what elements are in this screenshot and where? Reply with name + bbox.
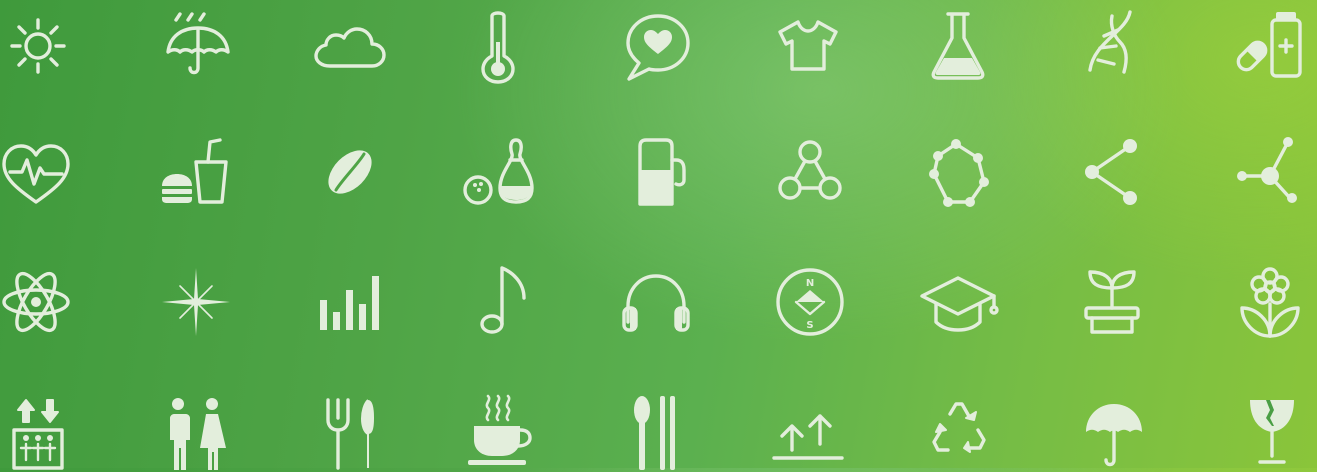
cloud-icon bbox=[310, 6, 390, 86]
bar-chart-icon bbox=[310, 262, 390, 342]
spoon-chopsticks-icon bbox=[614, 392, 694, 472]
this-way-up-icon bbox=[768, 392, 848, 472]
coffee-bean-icon bbox=[310, 132, 390, 212]
sun-icon bbox=[0, 6, 78, 86]
compass-south-label: S bbox=[806, 320, 813, 331]
umbrella-rain-icon bbox=[158, 6, 238, 86]
fragile-glass-icon bbox=[1232, 392, 1312, 472]
dna-icon bbox=[1070, 6, 1150, 86]
t-shirt-icon bbox=[768, 6, 848, 86]
heart-rate-icon bbox=[0, 132, 76, 212]
umbrella-icon bbox=[1074, 392, 1154, 472]
thermometer-icon bbox=[458, 6, 538, 86]
music-note-icon bbox=[460, 262, 540, 342]
elevator-icon bbox=[0, 392, 78, 472]
hot-cup-icon bbox=[458, 392, 538, 472]
network-node-icon bbox=[1230, 132, 1310, 212]
molecule-icon bbox=[770, 132, 850, 212]
plant-pot-icon bbox=[1072, 262, 1152, 342]
icon-grid: N S bbox=[0, 0, 1317, 470]
flower-icon bbox=[1230, 262, 1310, 342]
compass-north-label: N bbox=[806, 278, 814, 289]
sparkle-icon bbox=[156, 262, 236, 342]
atom-icon bbox=[0, 262, 76, 342]
restroom-icon bbox=[156, 392, 236, 472]
fork-knife-icon bbox=[312, 392, 392, 472]
graduation-cap-icon bbox=[918, 262, 999, 342]
recycle-icon bbox=[918, 392, 998, 472]
lab-flask-icon bbox=[918, 6, 998, 86]
share-icon bbox=[1072, 132, 1152, 212]
fast-food-icon bbox=[156, 132, 236, 212]
compass-icon: N S bbox=[770, 262, 850, 342]
pill-bottle-icon bbox=[1230, 6, 1310, 86]
headphones-icon bbox=[616, 262, 696, 342]
polygon-nodes-icon bbox=[918, 132, 998, 212]
speech-bubble-heart-icon bbox=[618, 6, 698, 86]
fuel-pump-icon bbox=[618, 132, 698, 212]
bowling-icon bbox=[460, 132, 540, 212]
